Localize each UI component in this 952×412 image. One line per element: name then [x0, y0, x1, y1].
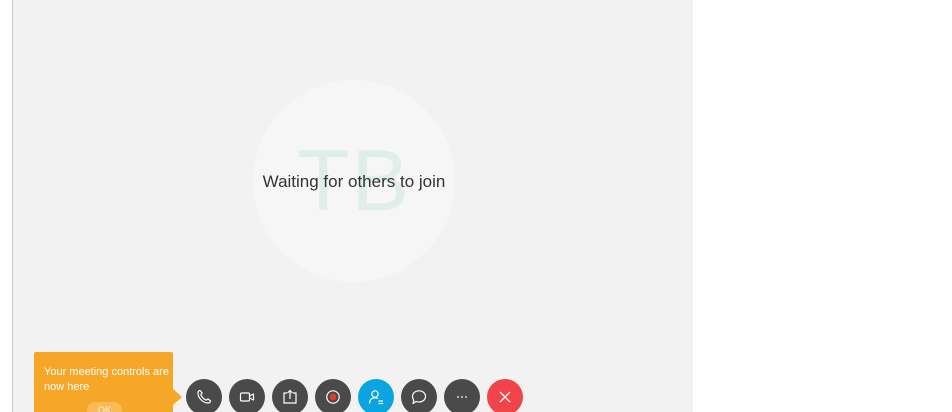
share-button[interactable] [272, 379, 308, 412]
controls-tooltip: Your meeting controls are now here OK [34, 352, 182, 412]
meeting-stage: TB Waiting for others to join Your meeti… [13, 0, 693, 412]
participants-icon [368, 390, 383, 405]
close-icon [499, 391, 511, 403]
tooltip-arrow [173, 389, 182, 405]
waiting-status: Waiting for others to join [262, 172, 446, 191]
record-icon [326, 390, 340, 404]
audio-button[interactable] [186, 379, 222, 412]
video-button[interactable] [229, 379, 265, 412]
meeting-window: TB Waiting for others to join Your meeti… [0, 0, 952, 412]
more-button[interactable] [444, 379, 480, 412]
tooltip-message: Your meeting controls are now here [44, 366, 169, 393]
record-button[interactable] [315, 379, 351, 412]
participants-button[interactable] [358, 379, 394, 412]
leave-meeting-button[interactable] [487, 379, 523, 412]
phone-icon [197, 389, 212, 404]
chat-bubble-icon [411, 390, 427, 405]
video-camera-icon [239, 392, 255, 402]
tooltip-ok-button[interactable]: OK [87, 402, 122, 412]
share-screen-icon [283, 389, 297, 404]
more-options-icon [457, 396, 467, 398]
chat-button[interactable] [401, 379, 437, 412]
